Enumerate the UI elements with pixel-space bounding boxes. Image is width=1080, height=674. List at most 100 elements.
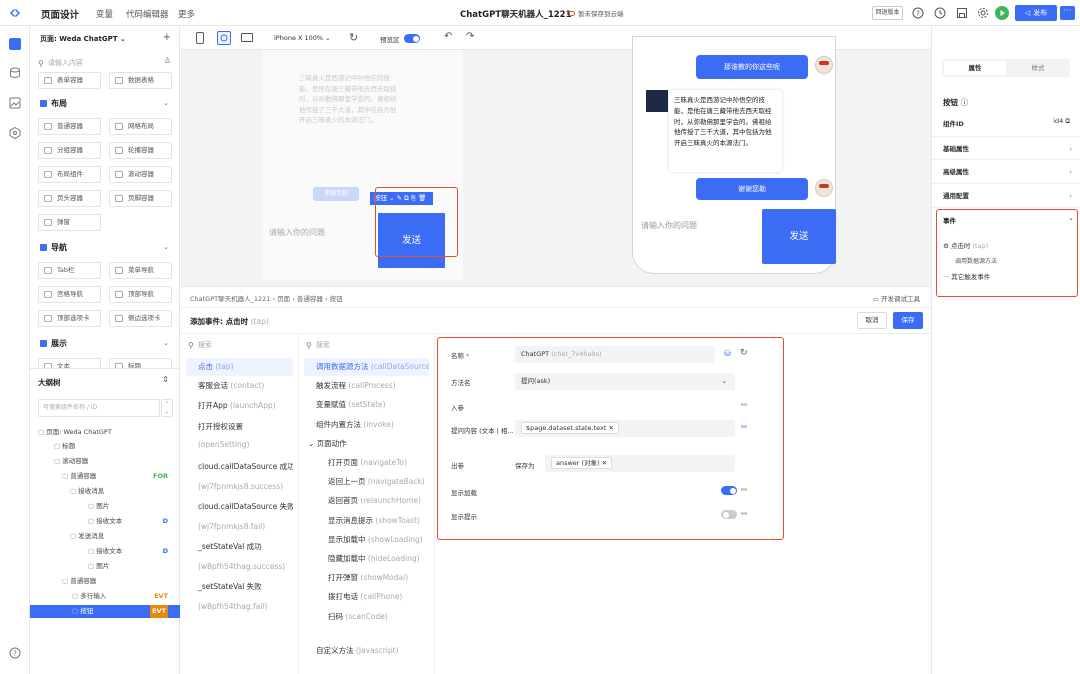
breadcrumb-item[interactable]: 页面 bbox=[277, 295, 290, 303]
more-menu-button[interactable]: ··· bbox=[1060, 6, 1075, 20]
event-item[interactable]: cloud.callDataSource 成功 bbox=[186, 458, 293, 476]
preview-run-button[interactable] bbox=[995, 6, 1009, 20]
component-search-input[interactable]: 请输入内容 bbox=[48, 58, 83, 68]
show-tip-toggle[interactable] bbox=[721, 510, 737, 519]
user-icon[interactable]: ♙ bbox=[164, 56, 171, 65]
breadcrumb-item[interactable]: 普通容器 bbox=[297, 295, 323, 303]
chevron-down-icon[interactable]: ⌄ bbox=[163, 99, 169, 107]
component-item[interactable]: 网格布局 bbox=[109, 118, 172, 135]
component-item[interactable]: 页脚容器 bbox=[109, 190, 172, 207]
component-form-container[interactable]: 表单容器 bbox=[38, 72, 101, 89]
rollback-button[interactable]: 回退版本 bbox=[872, 6, 903, 20]
component-item[interactable]: 页头容器 bbox=[38, 190, 101, 207]
breadcrumb-item[interactable]: 按钮 bbox=[330, 295, 343, 303]
responsive-view-icon[interactable] bbox=[217, 31, 231, 45]
outline-node[interactable]: ▢ 滚动容器 bbox=[30, 455, 180, 468]
save-as-field[interactable]: answer (对象) ✕ bbox=[545, 455, 735, 472]
pages-icon[interactable] bbox=[9, 38, 21, 50]
event-tap[interactable]: ⚙ 点击时 (tap) bbox=[943, 240, 988, 250]
component-item[interactable]: 顶部选项卡 bbox=[38, 310, 101, 327]
action-item[interactable]: 触发流程 (callProcess) bbox=[304, 377, 429, 395]
section-advanced-props[interactable]: 高级属性 › bbox=[932, 160, 1080, 184]
history-icon[interactable] bbox=[933, 6, 947, 20]
action-item[interactable]: 返回上一页 (navigateBack) bbox=[304, 473, 429, 491]
outline-node[interactable]: ▢ 普通容器 bbox=[30, 575, 180, 588]
category-navigation[interactable]: 导航 bbox=[40, 242, 67, 253]
action-item[interactable]: 打开页面 (navigateTo) bbox=[304, 454, 429, 472]
send-button[interactable]: 发送 bbox=[762, 209, 836, 264]
event-item[interactable]: (w8pfh54thag.fail) bbox=[186, 598, 293, 616]
event-item[interactable]: _setStateVal 失败 bbox=[186, 578, 293, 596]
image-icon[interactable] bbox=[8, 96, 22, 110]
cancel-button[interactable]: 取消 bbox=[857, 312, 887, 329]
breadcrumb-item[interactable]: ChatGPT聊天机器人_1221 bbox=[190, 295, 270, 303]
event-item[interactable]: (wj7fpnmkjs8.fail) bbox=[186, 518, 293, 536]
save-button[interactable]: 保存 bbox=[893, 312, 923, 329]
action-item[interactable]: 隐藏加载中 (hideLoading) bbox=[304, 550, 429, 568]
show-loading-toggle[interactable] bbox=[721, 486, 737, 495]
action-item[interactable]: 返回首页 (relaunchHome) bbox=[304, 492, 429, 510]
event-item[interactable]: (openSetting) bbox=[186, 436, 293, 454]
component-item[interactable]: 顶部导航 bbox=[109, 286, 172, 303]
component-search[interactable]: ⚲ 请输入内容 bbox=[38, 56, 172, 70]
preview-area-toggle[interactable] bbox=[404, 34, 420, 43]
chat-input[interactable]: 请输入你的问题 bbox=[641, 220, 697, 231]
action-item[interactable]: 调用数据源方法 (callDataSource) bbox=[304, 358, 429, 376]
link-icon[interactable]: ⚯ bbox=[741, 401, 747, 409]
component-item[interactable]: 菜单导航 bbox=[109, 262, 172, 279]
event-action[interactable]: 调用数据源方法 bbox=[955, 256, 997, 265]
action-item[interactable]: 扫码 (scanCode) bbox=[304, 608, 429, 626]
action-item[interactable]: 拨打电话 (callPhone) bbox=[304, 588, 429, 606]
action-item[interactable]: 组件内置方法 (invoke) bbox=[304, 416, 429, 434]
close-icon[interactable]: ✕ bbox=[609, 424, 614, 432]
question-field[interactable]: $page.dataset.state.text ✕ bbox=[515, 420, 735, 437]
component-item[interactable]: 轮播容器 bbox=[109, 142, 172, 159]
info-icon[interactable]: ⓘ bbox=[961, 98, 969, 107]
outline-node[interactable]: ▢ 接收文本 D bbox=[30, 545, 180, 558]
outline-node[interactable]: ▢ 多行输入 EVT bbox=[30, 590, 180, 603]
link-icon[interactable]: ⚯ bbox=[741, 423, 747, 431]
action-item[interactable]: 变量赋值 (setState) bbox=[304, 396, 429, 414]
redo-icon[interactable]: ↷ bbox=[466, 31, 474, 42]
outline-search-input[interactable]: 可搜索组件名称 / ID bbox=[38, 399, 160, 417]
category-display[interactable]: 展示 bbox=[40, 338, 67, 349]
close-icon[interactable]: ✕ bbox=[602, 459, 607, 467]
copy-icon[interactable]: ⧉ bbox=[1065, 117, 1070, 125]
database-icon[interactable] bbox=[8, 66, 22, 80]
section-basic-props[interactable]: 基础属性 › bbox=[932, 136, 1080, 160]
chat-input[interactable]: 请输入你的问题 bbox=[269, 227, 325, 238]
component-item[interactable]: 布局组件 bbox=[38, 166, 101, 183]
database-icon[interactable]: ⛁ bbox=[724, 349, 731, 358]
sort-icon[interactable]: ⇕ bbox=[162, 375, 169, 384]
tab-properties[interactable]: 属性 bbox=[944, 61, 1006, 75]
event-item[interactable]: 点击 (tap) bbox=[186, 358, 293, 376]
save-icon[interactable] bbox=[955, 6, 969, 20]
outline-node[interactable]: ▢ 普通容器 FOR bbox=[30, 470, 180, 483]
outline-node[interactable]: ▢ 图片 bbox=[30, 500, 180, 513]
dev-tools-button[interactable]: ▭ 开发调试工具 bbox=[873, 293, 920, 303]
outline-node[interactable]: ▢ 标题 bbox=[30, 440, 180, 453]
undo-icon[interactable]: ↶ bbox=[444, 31, 452, 42]
link-icon[interactable]: ⚯ bbox=[741, 486, 747, 494]
event-item[interactable]: (w8pfh54thag.success) bbox=[186, 558, 293, 576]
actions-search[interactable]: ⚲ 搜索 bbox=[306, 340, 330, 350]
action-item[interactable]: 显示消息提示 (showToast) bbox=[304, 512, 429, 530]
event-item[interactable]: (wj7fpnmkjs8.success) bbox=[186, 478, 293, 496]
component-item[interactable]: 宫格导航 bbox=[38, 286, 101, 303]
tab-styles[interactable]: 样式 bbox=[1008, 61, 1068, 75]
component-item[interactable]: 标题 bbox=[109, 358, 172, 368]
page-selector[interactable]: 页面: Weda ChatGPT ⌄ bbox=[40, 34, 126, 44]
outline-node[interactable]: ▢ 接收消息 bbox=[30, 485, 180, 498]
event-item[interactable]: 客服会话 (contact) bbox=[186, 377, 293, 395]
action-item[interactable]: ⌄ 页面动作 bbox=[304, 435, 429, 453]
component-data-table[interactable]: 数据表格 bbox=[109, 72, 172, 89]
component-item[interactable]: 文本 bbox=[38, 358, 101, 368]
chevron-down-icon[interactable]: ⌄ bbox=[1068, 214, 1074, 222]
outline-node[interactable]: ▢ 页面: Weda ChatGPT bbox=[30, 426, 180, 439]
actions-search-input[interactable]: 搜索 bbox=[316, 340, 330, 350]
outline-node[interactable]: ▢ 接收文本 D bbox=[30, 515, 180, 528]
chevron-down-icon[interactable]: ⌄ bbox=[163, 243, 169, 251]
outline-node[interactable]: ▢ 图片 bbox=[30, 560, 180, 573]
nav-variables[interactable]: 变量 bbox=[96, 8, 113, 20]
name-field[interactable]: ChatGPT (chat_7v4ha9s) bbox=[515, 346, 715, 363]
